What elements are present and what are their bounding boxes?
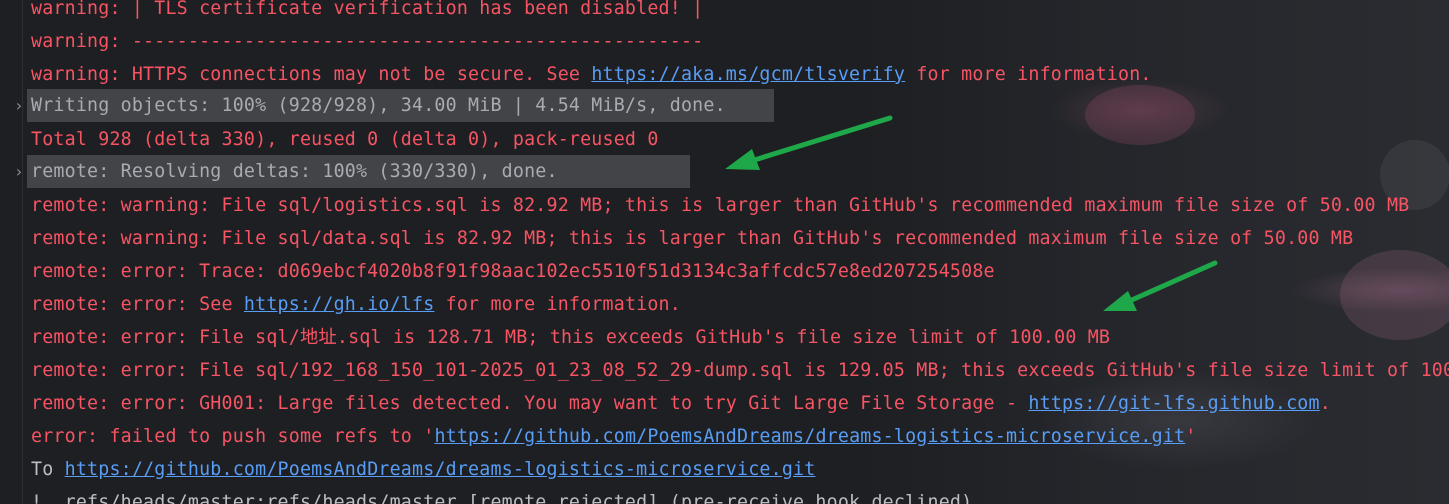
console-line-text: warning: HTTPS connections may not be se… [31,64,592,85]
console-line: remote: error: File sql/192_168_150_101-… [0,354,1449,387]
repo-link[interactable]: https://github.com/PoemsAndDreams/dreams… [434,426,1185,447]
console-line-text: remote: error: File sql/地址.sql is 128.71… [31,327,1111,348]
console-line-text: error: failed to push some refs to ' [31,426,435,447]
console-line: remote: warning: File sql/data.sql is 82… [0,222,1449,255]
console-line-text: ! refs/heads/master:refs/heads/master [r… [31,492,973,504]
console-line-text-after: . [1319,393,1331,414]
console-line-text: warning: -------------------------------… [31,31,704,52]
console-line-text: remote: Resolving deltas: 100% (330/330)… [31,161,558,182]
git-console-output: warning: | TLS certificate verification … [0,0,1449,504]
chevron-right-icon[interactable]: › [14,155,24,188]
console-line: remote: error: File sql/地址.sql is 128.71… [0,321,1449,354]
console-line: error: failed to push some refs to 'http… [0,420,1449,453]
chevron-right-icon[interactable]: › [14,89,24,122]
console-line-text: warning: | TLS certificate verification … [31,0,704,19]
console-line-content: To https://github.com/PoemsAndDreams/dre… [31,453,815,486]
git-lfs-link[interactable]: https://git-lfs.github.com [1028,393,1319,414]
console-line-text: remote: error: File sql/192_168_150_101-… [31,360,1449,381]
console-line: Total 928 (delta 330), reused 0 (delta 0… [0,123,1449,156]
console-line-text: remote: warning: File sql/logistics.sql … [31,195,1410,216]
console-line-text: remote: error: GH001: Large files detect… [31,393,1029,414]
console-line-text-after: for more information. [905,64,1152,85]
console-line-text-after: for more information. [434,294,681,315]
console-line-text: remote: warning: File sql/data.sql is 82… [31,228,1354,249]
console-line: warning: | TLS certificate verification … [0,0,1449,25]
console-line-text: To [31,459,65,480]
tlsverify-link[interactable]: https://aka.ms/gcm/tlsverify [591,64,905,85]
console-line-text: remote: error: See [31,294,244,315]
console-line-text: remote: error: Trace: d069ebcf4020b8f91f… [31,261,995,282]
console-line: To https://github.com/PoemsAndDreams/dre… [0,453,1449,486]
console-line: remote: error: See https://gh.io/lfs for… [0,288,1449,321]
console-line: remote: error: Trace: d069ebcf4020b8f91f… [0,255,1449,288]
console-line-text: Writing objects: 100% (928/928), 34.00 M… [31,95,726,116]
console-line-content: warning: HTTPS connections may not be se… [31,58,1152,91]
console-line: remote: warning: File sql/logistics.sql … [0,189,1449,222]
gh-lfs-link[interactable]: https://gh.io/lfs [244,294,435,315]
console-line: remote: error: GH001: Large files detect… [0,387,1449,420]
console-line-content: remote: error: GH001: Large files detect… [31,387,1331,420]
console-line-text: Total 928 (delta 330), reused 0 (delta 0… [31,129,659,150]
console-line: warning: -------------------------------… [0,25,1449,58]
collapsed-console-line[interactable]: › Writing objects: 100% (928/928), 34.00… [0,89,1449,122]
console-line-content: error: failed to push some refs to 'http… [31,420,1196,453]
repo-link[interactable]: https://github.com/PoemsAndDreams/dreams… [65,459,816,480]
console-line-content: remote: error: See https://gh.io/lfs for… [31,288,681,321]
collapsed-console-line[interactable]: › remote: Resolving deltas: 100% (330/33… [0,155,1449,188]
console-line-text-after: ' [1185,426,1197,447]
console-line: warning: HTTPS connections may not be se… [0,58,1449,91]
console-line: ! refs/heads/master:refs/heads/master [r… [0,486,1449,504]
